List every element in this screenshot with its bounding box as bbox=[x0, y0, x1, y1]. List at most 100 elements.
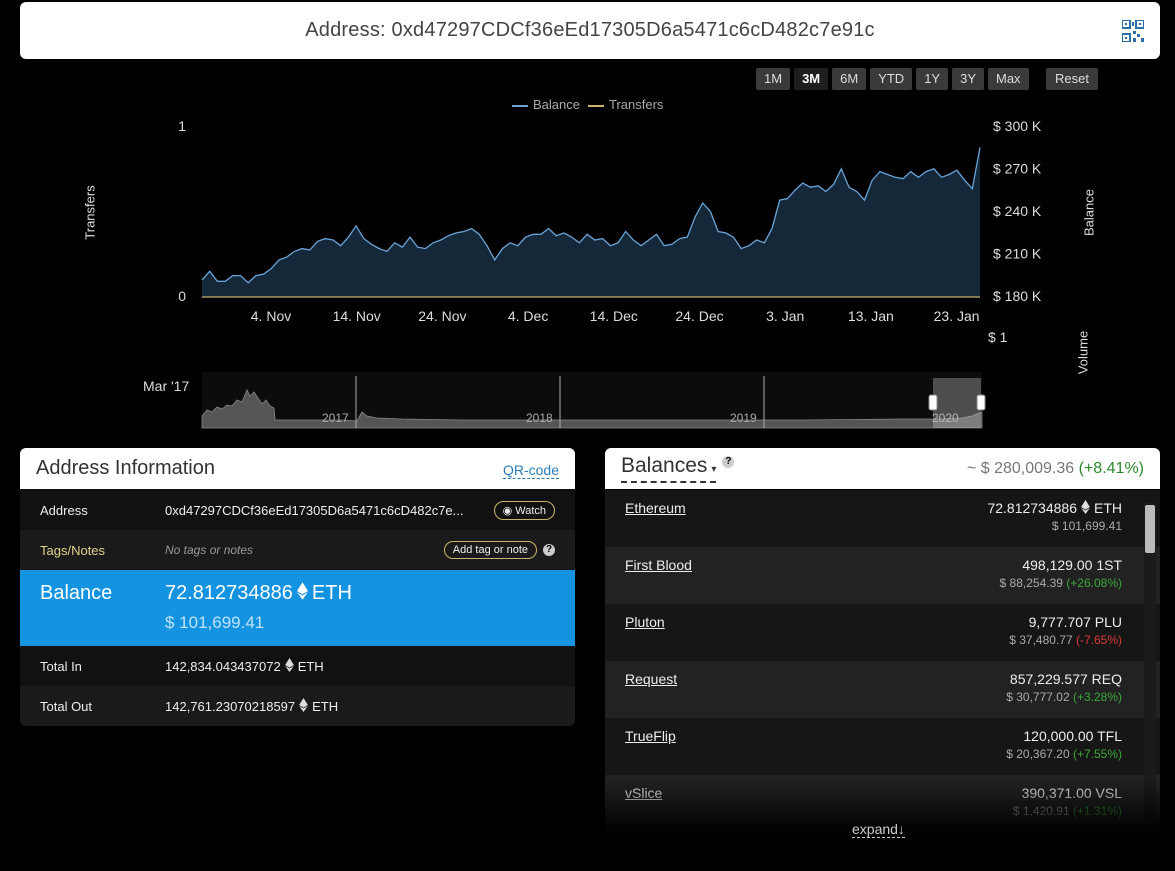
token-change: (-7.65%) bbox=[1075, 633, 1122, 647]
balance-chart[interactable]: 1 0 $ 300 K $ 270 K $ 240 K $ 210 K $ 180 K 4. … bbox=[150, 110, 1070, 350]
address-bar: Address: 0xd47297CDCf36eEd17305D6a5471c6… bbox=[20, 2, 1160, 59]
qr-code-icon[interactable] bbox=[1122, 20, 1144, 42]
token-name-link[interactable]: First Blood bbox=[625, 557, 692, 604]
total-out-unit: ETH bbox=[312, 699, 339, 714]
navigator-handle-right[interactable] bbox=[976, 394, 986, 411]
tags-value: No tags or notes bbox=[165, 543, 254, 557]
y-right-tick-label: $ 180 K bbox=[993, 288, 1042, 304]
total-in-label: Total In bbox=[40, 658, 82, 674]
token-change: (+7.55%) bbox=[1072, 747, 1122, 761]
y-right-axis-title: Balance bbox=[1081, 189, 1097, 236]
token-change: (+26.08%) bbox=[1066, 576, 1122, 590]
navigator-year-label: 2019 bbox=[730, 411, 757, 425]
x-tick-label: 4. Nov bbox=[251, 308, 291, 324]
watch-button-label: Watch bbox=[515, 504, 546, 517]
balance-box: Balance 72.812734886 ETH $ 101,699.41 bbox=[20, 570, 575, 646]
token-row: Pluton 9,777.707 PLU $ 37,480.77 (-7.65%) bbox=[605, 604, 1160, 661]
token-amount-line: 120,000.00 TFL bbox=[1006, 728, 1122, 744]
token-usd: $ 20,367.20 bbox=[1006, 747, 1070, 761]
token-amount-line: 857,229.577 REQ bbox=[1006, 671, 1122, 687]
balances-header: Balances ▾ ? ~ $ 280,009.36 (+8.41%) bbox=[605, 448, 1160, 489]
token-amount-line: 72.812734886 ETH bbox=[987, 500, 1122, 516]
x-tick-label: 14. Nov bbox=[333, 308, 381, 324]
token-amount-line: 498,129.00 1ST bbox=[1000, 557, 1122, 573]
address-info-title: Address Information bbox=[36, 457, 215, 479]
caret-down-icon: ▾ bbox=[711, 463, 717, 475]
total-in-value: 142,834.043437072 bbox=[165, 659, 281, 674]
range-selector: 1M 3M 6M YTD 1Y 3Y Max bbox=[756, 68, 1029, 90]
range-button-6m[interactable]: 6M bbox=[832, 68, 867, 90]
tags-row: Tags/Notes No tags or notes Add tag or n… bbox=[20, 530, 575, 570]
help-icon[interactable]: ? bbox=[722, 455, 735, 468]
volume-tick-label: $ 1 bbox=[988, 329, 1008, 345]
expand-link[interactable]: expand↓ bbox=[852, 821, 905, 838]
x-tick-label: 24. Dec bbox=[675, 308, 723, 324]
range-button-3y[interactable]: 3Y bbox=[952, 68, 984, 90]
range-button-1m[interactable]: 1M bbox=[756, 68, 791, 90]
watch-button[interactable]: ◉ Watch bbox=[493, 500, 555, 520]
token-usd-line: $ 37,480.77 (-7.65%) bbox=[1009, 633, 1122, 647]
navigator-handle-left[interactable] bbox=[928, 394, 938, 411]
scrollbar-thumb[interactable] bbox=[1145, 505, 1155, 553]
token-amount: 72.812734886 bbox=[987, 500, 1077, 516]
token-name-link[interactable]: Pluton bbox=[625, 614, 665, 661]
total-out-row: Total Out 142,761.23070218597 ETH bbox=[20, 686, 575, 726]
token-name-link[interactable]: Request bbox=[625, 671, 677, 718]
navigator-start-label: Mar '17 bbox=[143, 378, 189, 394]
total-in-row: Total In 142,834.043437072 ETH bbox=[20, 646, 575, 686]
token-usd-line: $ 88,254.39 (+26.08%) bbox=[1000, 576, 1122, 590]
y-right-tick-label: $ 210 K bbox=[993, 246, 1042, 262]
range-button-3m[interactable]: 3M bbox=[794, 68, 829, 90]
balance-usd: $ 101,699.41 bbox=[165, 613, 265, 632]
total-in-unit: ETH bbox=[297, 659, 324, 674]
address-info-panel: Address Information QR-code Address 0xd4… bbox=[20, 448, 575, 726]
balances-title: Balances bbox=[621, 453, 708, 477]
token-row: Ethereum 72.812734886 ETH $ 101,699.41 bbox=[605, 490, 1160, 547]
y-left-axis-title: Transfers bbox=[82, 185, 98, 240]
token-amount-line: 9,777.707 PLU bbox=[1009, 614, 1122, 630]
balances-panel: Balances ▾ ? ~ $ 280,009.36 (+8.41%) Ethe… bbox=[605, 448, 1160, 848]
legend-swatch-transfers bbox=[587, 104, 604, 107]
token-usd: $ 88,254.39 bbox=[999, 576, 1063, 590]
balance-label: Balance bbox=[40, 582, 113, 604]
balances-dropdown[interactable]: Balances ▾ bbox=[621, 453, 717, 483]
token-row: Request 857,229.577 REQ $ 30,777.02 (+3.28… bbox=[605, 661, 1160, 718]
balance-eth-value: 72.812734886 bbox=[165, 582, 293, 604]
token-amount: 9,777.707 PLU bbox=[1028, 614, 1122, 630]
token-usd: $ 30,777.02 bbox=[1006, 690, 1070, 704]
y-right-tick-label: $ 270 K bbox=[993, 161, 1042, 177]
reset-zoom-button[interactable]: Reset bbox=[1046, 68, 1098, 90]
navigator-selection[interactable] bbox=[933, 378, 981, 428]
ethereum-icon bbox=[299, 698, 309, 712]
token-name-link[interactable]: Ethereum bbox=[625, 500, 686, 547]
token-usd-line: $ 30,777.02 (+3.28%) bbox=[1006, 690, 1122, 704]
range-button-1y[interactable]: 1Y bbox=[916, 68, 949, 90]
range-button-max[interactable]: Max bbox=[988, 68, 1029, 90]
balance-area bbox=[202, 147, 980, 297]
navigator-chart[interactable]: 2017201820192020Mar '17 bbox=[140, 368, 1000, 433]
total-out-label: Total Out bbox=[40, 698, 93, 714]
help-icon[interactable]: ? bbox=[543, 544, 555, 556]
range-button-ytd[interactable]: YTD bbox=[870, 68, 913, 90]
token-unit: ETH bbox=[1094, 500, 1122, 516]
address-info-header: Address Information QR-code bbox=[20, 448, 575, 489]
y-left-tick-label: 1 bbox=[178, 118, 186, 134]
token-list-scrollbar[interactable] bbox=[1144, 503, 1156, 823]
balance-eth: 72.812734886 ETH bbox=[165, 582, 352, 605]
ethereum-icon bbox=[296, 582, 308, 600]
add-tag-button[interactable]: Add tag or note bbox=[443, 541, 537, 559]
address-label: Address bbox=[40, 502, 88, 518]
token-amount: 120,000.00 TFL bbox=[1023, 728, 1122, 744]
x-tick-label: 24. Nov bbox=[418, 308, 466, 324]
navigator-year-label: 2018 bbox=[526, 411, 553, 425]
token-change: (+3.28%) bbox=[1072, 690, 1122, 704]
address-value[interactable]: 0xd47297CDCf36eEd17305D6a5471c6cD482c7e.… bbox=[165, 503, 488, 518]
x-tick-label: 3. Jan bbox=[766, 308, 804, 324]
token-row: TrueFlip 120,000.00 TFL $ 20,367.20 (+7.55… bbox=[605, 718, 1160, 775]
qr-code-link[interactable]: QR-code bbox=[502, 462, 559, 479]
balances-total: ~ $ 280,009.36 (+8.41%) bbox=[967, 460, 1144, 478]
legend-swatch-balance bbox=[512, 104, 528, 107]
x-tick-label: 13. Jan bbox=[848, 308, 894, 324]
balances-total-change: (+8.41%) bbox=[1078, 459, 1144, 477]
token-name-link[interactable]: TrueFlip bbox=[625, 728, 676, 775]
